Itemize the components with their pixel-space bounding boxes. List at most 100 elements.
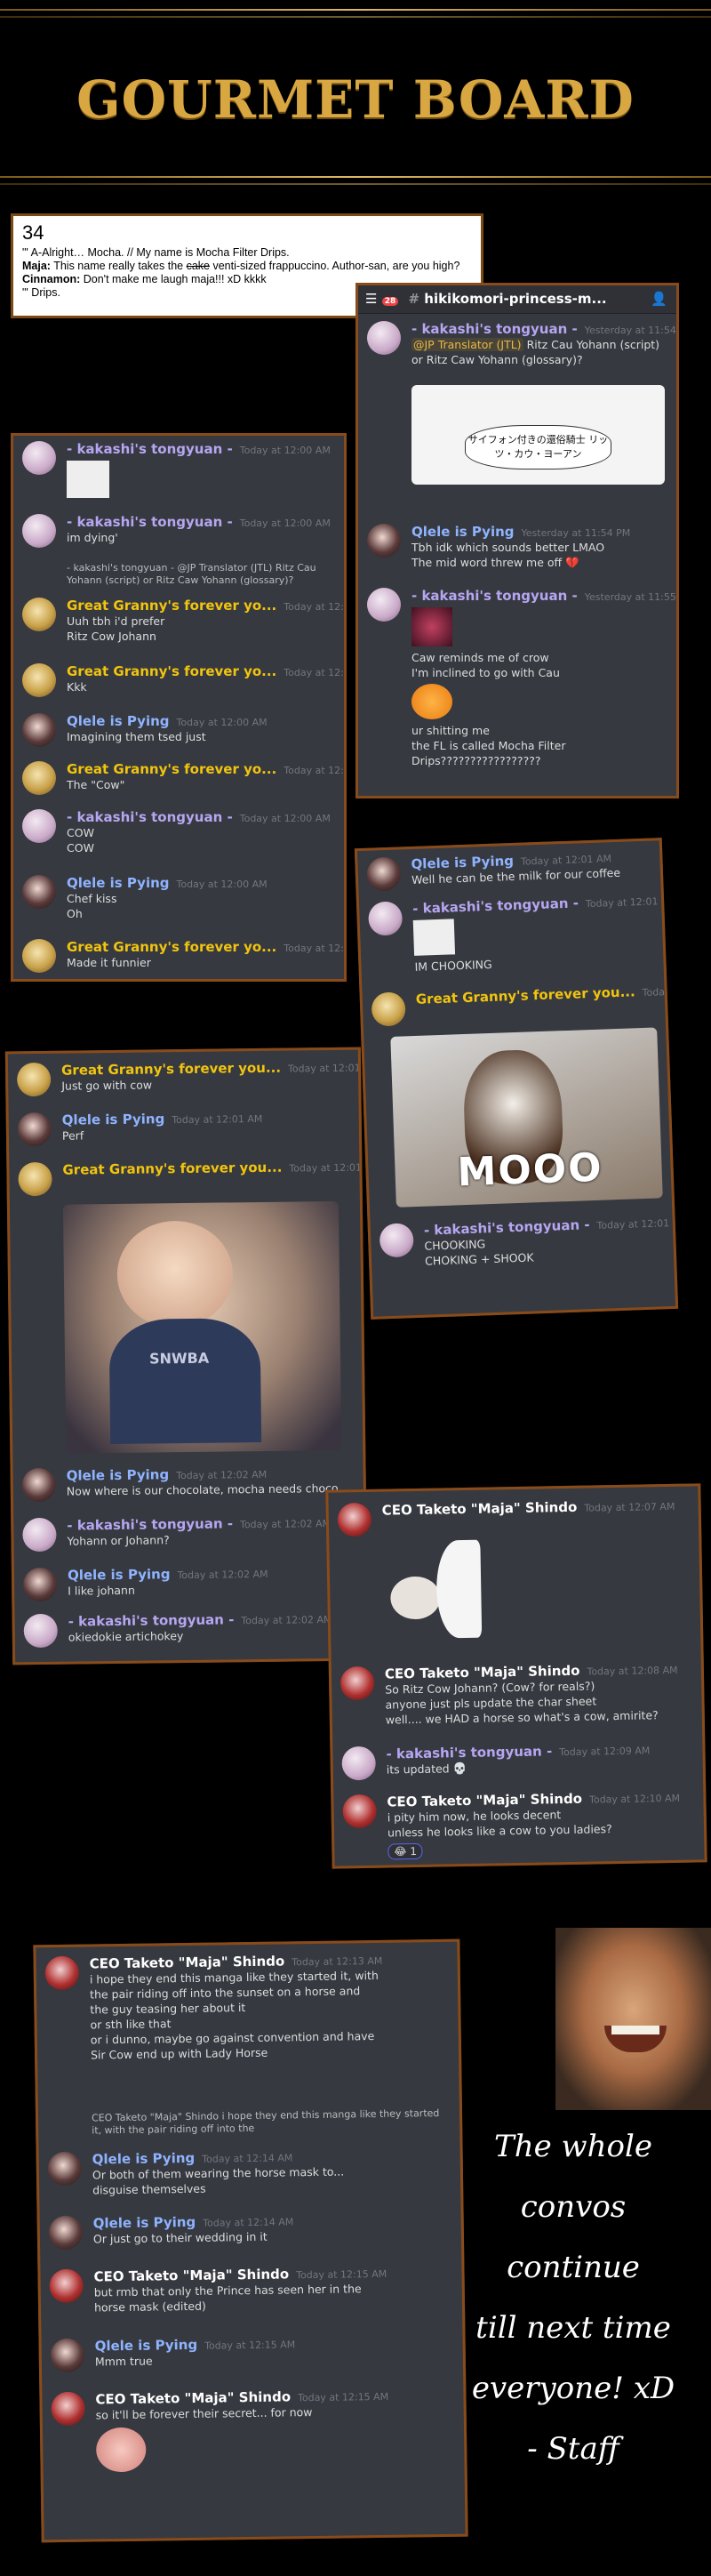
channel-name[interactable]: hikikomori-princess-m... bbox=[424, 291, 606, 307]
message: Qlele is Pying Today at 12:02 AM I like j… bbox=[22, 1564, 357, 1602]
sticker-image[interactable] bbox=[411, 607, 452, 646]
author-name[interactable]: - kakashi's tongyuan - Today at 12:00 AM bbox=[67, 809, 337, 825]
members-icon[interactable]: 👤 bbox=[651, 291, 667, 307]
timestamp: Today at 12:00 AM bbox=[284, 601, 344, 613]
note-text: "' Drips. bbox=[22, 286, 60, 299]
timestamp: Yesterday at 11:54 PM bbox=[584, 325, 676, 336]
timestamp: Today at 12:01 AM bbox=[642, 983, 679, 999]
caption-line: - Staff bbox=[527, 2431, 619, 2467]
shirt-text: SNWBA bbox=[148, 1349, 210, 1368]
author-name[interactable]: CEO Taketo "Maja" Shindo Today at 12:07 A… bbox=[382, 1497, 691, 1519]
author-name[interactable]: Great Granny's forever yo... Today at 12:… bbox=[67, 939, 344, 955]
message-text: Ritz Cow Johann bbox=[67, 630, 156, 643]
avatar[interactable] bbox=[49, 2268, 84, 2304]
avatar[interactable] bbox=[47, 2151, 83, 2187]
avatar[interactable] bbox=[367, 321, 401, 355]
avatar[interactable] bbox=[22, 514, 56, 548]
timestamp: Today at 12:14 AM bbox=[203, 2216, 294, 2229]
avatar[interactable] bbox=[22, 1517, 57, 1553]
avatar[interactable] bbox=[16, 1062, 52, 1097]
avatar[interactable] bbox=[22, 441, 56, 475]
avatar[interactable] bbox=[22, 875, 56, 909]
author-name[interactable]: - kakashi's tongyuan - Today at 12:00 AM bbox=[67, 441, 337, 457]
avatar[interactable] bbox=[22, 939, 56, 973]
avatar[interactable] bbox=[379, 1223, 414, 1258]
timestamp: Today at 12:01 AM bbox=[596, 1216, 679, 1232]
chat-panel-channel: ☰ 28 # hikikomori-princess-m... 👤 - kaka… bbox=[356, 283, 679, 798]
message: Qlele is Pying Yesterday at 11:54 PM Tbh … bbox=[367, 524, 669, 570]
author-name[interactable]: - kakashi's tongyuan - Yesterday at 11:55… bbox=[411, 588, 676, 604]
note-text: venti-sized frappuccino. Author-san, are… bbox=[209, 260, 460, 272]
avatar[interactable] bbox=[22, 598, 56, 631]
avatar[interactable] bbox=[367, 524, 401, 558]
chat-panel-a: - kakashi's tongyuan - Today at 12:00 AM … bbox=[11, 433, 347, 982]
avatar[interactable] bbox=[48, 2215, 84, 2251]
avatar[interactable] bbox=[367, 901, 403, 936]
author-name[interactable]: Qlele is Pying Today at 12:00 AM bbox=[67, 875, 337, 891]
timestamp: Today at 12:00 AM bbox=[284, 943, 344, 954]
avatar[interactable] bbox=[366, 856, 402, 892]
banner-frame-bottom bbox=[0, 176, 711, 178]
author-name[interactable]: Great Granny's forever yo... Today at 12:… bbox=[67, 761, 344, 777]
emoji-sticker[interactable] bbox=[95, 2427, 147, 2473]
avatar[interactable] bbox=[22, 663, 56, 697]
author-name[interactable]: Qlele is Pying Yesterday at 11:54 PM bbox=[411, 524, 669, 540]
page-number: 34 bbox=[22, 221, 44, 244]
message: Qlele is Pying Today at 12:14 AM Or just … bbox=[48, 2211, 454, 2251]
timestamp: Today at 12:02 AM bbox=[177, 1568, 268, 1582]
message-text: Yohann or Johann? bbox=[67, 1533, 170, 1548]
author-name[interactable]: - kakashi's tongyuan - Today at 12:01 AM bbox=[412, 892, 676, 917]
reply-preview[interactable]: - kakashi's tongyuan - @JP Translator (J… bbox=[67, 562, 335, 587]
author-name[interactable]: Great Granny's forever yo... Today at 12:… bbox=[67, 598, 344, 614]
avatar[interactable] bbox=[44, 1955, 80, 1991]
timestamp: Today at 12:00 AM bbox=[239, 518, 331, 529]
timestamp: Today at 12:02 AM bbox=[239, 1518, 332, 1531]
chat-panel-b: Qlele is Pying Today at 12:01 AM Well he … bbox=[354, 838, 679, 1320]
manga-image[interactable]: サイフォン付きの還俗騎士 リッツ・カウ・ヨーアン bbox=[411, 385, 665, 485]
baby-gif[interactable]: SNWBA bbox=[62, 1200, 342, 1454]
avatar[interactable] bbox=[17, 1111, 52, 1147]
channel-header: ☰ 28 # hikikomori-princess-m... 👤 bbox=[358, 285, 676, 314]
avatar[interactable] bbox=[21, 1467, 56, 1503]
sketch-image[interactable] bbox=[67, 461, 109, 498]
avatar[interactable] bbox=[342, 1794, 377, 1829]
page-note-line: "' A-Alright… Mocha. // My name is Mocha… bbox=[22, 246, 472, 260]
avatar[interactable] bbox=[51, 2391, 85, 2427]
avatar[interactable] bbox=[367, 588, 401, 622]
avatar[interactable] bbox=[22, 761, 56, 795]
emoji-sticker[interactable] bbox=[411, 684, 452, 719]
avatar[interactable] bbox=[22, 1567, 58, 1602]
author-name[interactable]: Great Granny's forever you...Today at 12… bbox=[62, 1159, 368, 1178]
avatar[interactable] bbox=[337, 1502, 372, 1537]
meme-sticker[interactable] bbox=[382, 1522, 491, 1649]
menu-icon[interactable]: ☰ bbox=[365, 291, 377, 307]
cow-gif[interactable]: MOOO bbox=[390, 1027, 663, 1208]
avatar[interactable] bbox=[23, 1613, 58, 1649]
message: Qlele is Pying Today at 12:00 AM Chef kis… bbox=[22, 875, 337, 921]
author-name[interactable]: - kakashi's tongyuan - Yesterday at 11:54… bbox=[411, 321, 676, 337]
author-name[interactable]: Great Granny's forever yo... Today at 12:… bbox=[67, 663, 344, 679]
avatar[interactable] bbox=[341, 1745, 377, 1781]
avatar[interactable] bbox=[371, 991, 406, 1027]
caption-line: everyone! xD bbox=[471, 2371, 675, 2406]
baby-shirt bbox=[108, 1317, 262, 1445]
avatar[interactable] bbox=[22, 713, 56, 747]
author-name[interactable]: - kakashi's tongyuan - Today at 12:00 AM bbox=[67, 514, 337, 530]
timestamp: Today at 12:13 AM bbox=[292, 1954, 383, 1969]
timestamp: Today at 12:00 AM bbox=[176, 879, 268, 890]
reaction-chip[interactable]: 😂 1 bbox=[387, 1842, 424, 1860]
avatar[interactable] bbox=[340, 1665, 375, 1701]
mention[interactable]: @JP Translator (JTL) bbox=[411, 338, 523, 351]
timestamp: Today at 12:01 AM bbox=[287, 1062, 368, 1075]
author-name[interactable]: Qlele is Pying Today at 12:00 AM bbox=[67, 713, 337, 729]
avatar[interactable] bbox=[18, 1161, 52, 1197]
sketch-image[interactable] bbox=[412, 919, 456, 956]
avatar[interactable] bbox=[22, 809, 56, 843]
message: Great Granny's forever you...Today at 12… bbox=[16, 1059, 368, 1097]
message: - kakashi's tongyuan - Today at 12:09 AM … bbox=[341, 1740, 696, 1781]
message: CEO Taketo "Maja" Shindo Today at 12:13 A… bbox=[44, 1951, 452, 2063]
message-text: COW bbox=[67, 826, 94, 839]
reply-preview[interactable]: CEO Taketo "Maja" Shindo i hope they end… bbox=[92, 2107, 451, 2138]
avatar[interactable] bbox=[50, 2338, 85, 2373]
author-name[interactable]: Great Granny's forever you...Today at 12… bbox=[416, 983, 679, 1007]
